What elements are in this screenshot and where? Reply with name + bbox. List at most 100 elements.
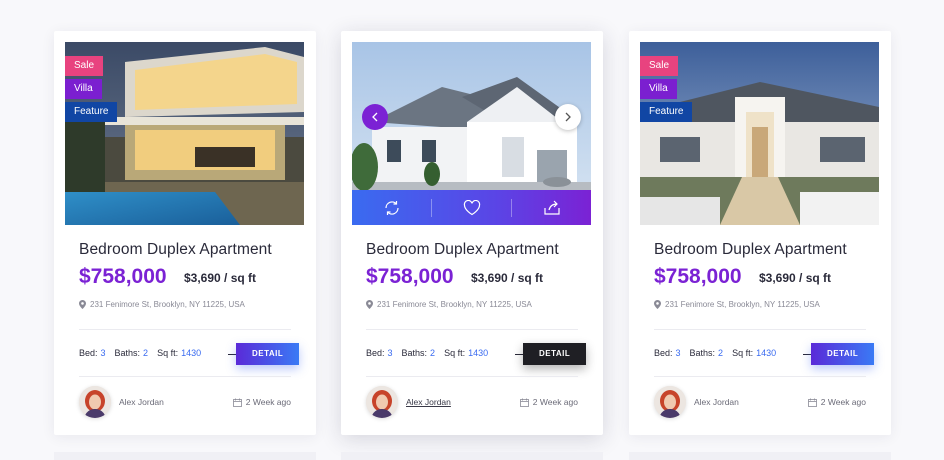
property-specs: Bed: 3 Baths: 2 Sq ft: 1430 <box>366 348 488 358</box>
property-photo[interactable]: Sale Villa Feature <box>640 42 879 225</box>
detail-button[interactable]: DETAIL <box>236 343 300 365</box>
property-photo[interactable]: Sale Villa Feature <box>65 42 304 225</box>
avatar[interactable] <box>654 386 686 418</box>
baths-spec: Baths: 2 <box>690 348 724 358</box>
bed-value: 3 <box>387 348 393 358</box>
compare-button[interactable] <box>352 190 431 225</box>
baths-spec: Baths: 2 <box>115 348 149 358</box>
chevron-left-icon <box>372 112 378 122</box>
agent-name[interactable]: Alex Jordan <box>119 397 164 407</box>
tag-feature[interactable]: Feature <box>640 102 693 122</box>
posted-text: 2 Week ago <box>820 397 866 407</box>
agent-info: Alex Jordan <box>654 386 739 418</box>
detail-control: DETAIL <box>803 343 875 365</box>
calendar-icon <box>807 398 817 407</box>
avatar[interactable] <box>79 386 111 418</box>
property-title[interactable]: Bedroom Duplex Apartment <box>79 241 272 259</box>
agent-name[interactable]: Alex Jordan <box>406 397 451 407</box>
address-text: 231 Fenimore St, Brooklyn, NY 11225, USA <box>90 300 245 309</box>
next-row-card-edge <box>629 452 891 460</box>
divider <box>366 329 578 330</box>
avatar[interactable] <box>366 386 398 418</box>
property-card[interactable]: Sale Villa Feature Bedroom Duplex Apartm… <box>54 31 316 435</box>
property-title[interactable]: Bedroom Duplex Apartment <box>654 241 847 259</box>
bed-value: 3 <box>100 348 106 358</box>
property-specs: Bed: 3 Baths: 2 Sq ft: 1430 <box>79 348 201 358</box>
baths-spec: Baths: 2 <box>402 348 436 358</box>
tag-list: Sale Villa Feature <box>640 56 693 125</box>
property-price: $758,000 <box>79 265 167 288</box>
detail-connector <box>228 353 236 355</box>
photo-action-bar <box>352 190 591 225</box>
property-card[interactable]: Bedroom Duplex Apartment $758,000 $3,690… <box>341 31 603 435</box>
detail-connector <box>803 353 811 355</box>
posted-text: 2 Week ago <box>245 397 291 407</box>
address-text: 231 Fenimore St, Brooklyn, NY 11225, USA <box>665 300 820 309</box>
divider <box>79 329 291 330</box>
next-row-card-edge <box>54 452 316 460</box>
address-text: 231 Fenimore St, Brooklyn, NY 11225, USA <box>377 300 532 309</box>
avatar-image <box>654 386 686 418</box>
divider <box>366 376 578 377</box>
bed-spec: Bed: 3 <box>366 348 393 358</box>
prev-image-button[interactable] <box>362 104 388 130</box>
baths-value: 2 <box>143 348 149 358</box>
share-icon <box>543 200 560 215</box>
favorite-button[interactable] <box>432 190 511 225</box>
detail-control: DETAIL <box>515 343 587 365</box>
baths-label: Baths: <box>114 348 141 358</box>
property-address: 231 Fenimore St, Brooklyn, NY 11225, USA <box>366 300 532 309</box>
location-pin-icon <box>654 300 661 309</box>
avatar-image <box>79 386 111 418</box>
refresh-icon <box>384 200 399 215</box>
baths-value: 2 <box>718 348 724 358</box>
property-price: $758,000 <box>654 265 742 288</box>
tag-villa[interactable]: Villa <box>640 79 677 99</box>
baths-value: 2 <box>430 348 436 358</box>
agent-name[interactable]: Alex Jordan <box>694 397 739 407</box>
tag-sale[interactable]: Sale <box>65 56 104 76</box>
next-row-card-edge <box>341 452 603 460</box>
sqft-label: Sq ft: <box>732 348 754 358</box>
property-specs: Bed: 3 Baths: 2 Sq ft: 1430 <box>654 348 776 358</box>
detail-button[interactable]: DETAIL <box>811 343 875 365</box>
property-title[interactable]: Bedroom Duplex Apartment <box>366 241 559 259</box>
sqft-value: 1430 <box>756 348 777 358</box>
bed-label: Bed: <box>79 348 98 358</box>
bed-value: 3 <box>675 348 681 358</box>
bed-label: Bed: <box>366 348 385 358</box>
sqft-label: Sq ft: <box>444 348 466 358</box>
sqft-spec: Sq ft: 1430 <box>157 348 201 358</box>
posted-date: 2 Week ago <box>807 397 866 407</box>
calendar-icon <box>232 398 242 407</box>
location-pin-icon <box>79 300 86 309</box>
bed-spec: Bed: 3 <box>654 348 681 358</box>
property-price: $758,000 <box>366 265 454 288</box>
sqft-label: Sq ft: <box>157 348 179 358</box>
baths-label: Baths: <box>689 348 716 358</box>
chevron-right-icon <box>565 112 571 122</box>
tag-feature[interactable]: Feature <box>65 102 118 122</box>
sqft-spec: Sq ft: 1430 <box>444 348 488 358</box>
sqft-value: 1430 <box>468 348 489 358</box>
avatar-image <box>366 386 398 418</box>
detail-connector <box>515 353 523 355</box>
price-per-sqft: $3,690 / sq ft <box>184 271 257 285</box>
bed-spec: Bed: 3 <box>79 348 106 358</box>
bed-label: Bed: <box>654 348 673 358</box>
tag-sale[interactable]: Sale <box>640 56 679 76</box>
property-address: 231 Fenimore St, Brooklyn, NY 11225, USA <box>654 300 820 309</box>
price-per-sqft: $3,690 / sq ft <box>471 271 544 285</box>
property-photo[interactable] <box>352 42 591 225</box>
detail-button[interactable]: DETAIL <box>523 343 587 365</box>
posted-date: 2 Week ago <box>232 397 291 407</box>
property-card[interactable]: Sale Villa Feature Bedroom Duplex Apartm… <box>629 31 891 435</box>
divider <box>654 376 866 377</box>
share-button[interactable] <box>512 190 591 225</box>
price-per-sqft: $3,690 / sq ft <box>759 271 832 285</box>
calendar-icon <box>519 398 529 407</box>
tag-villa[interactable]: Villa <box>65 79 102 99</box>
agent-info: Alex Jordan <box>79 386 164 418</box>
divider <box>654 329 866 330</box>
next-image-button[interactable] <box>555 104 581 130</box>
